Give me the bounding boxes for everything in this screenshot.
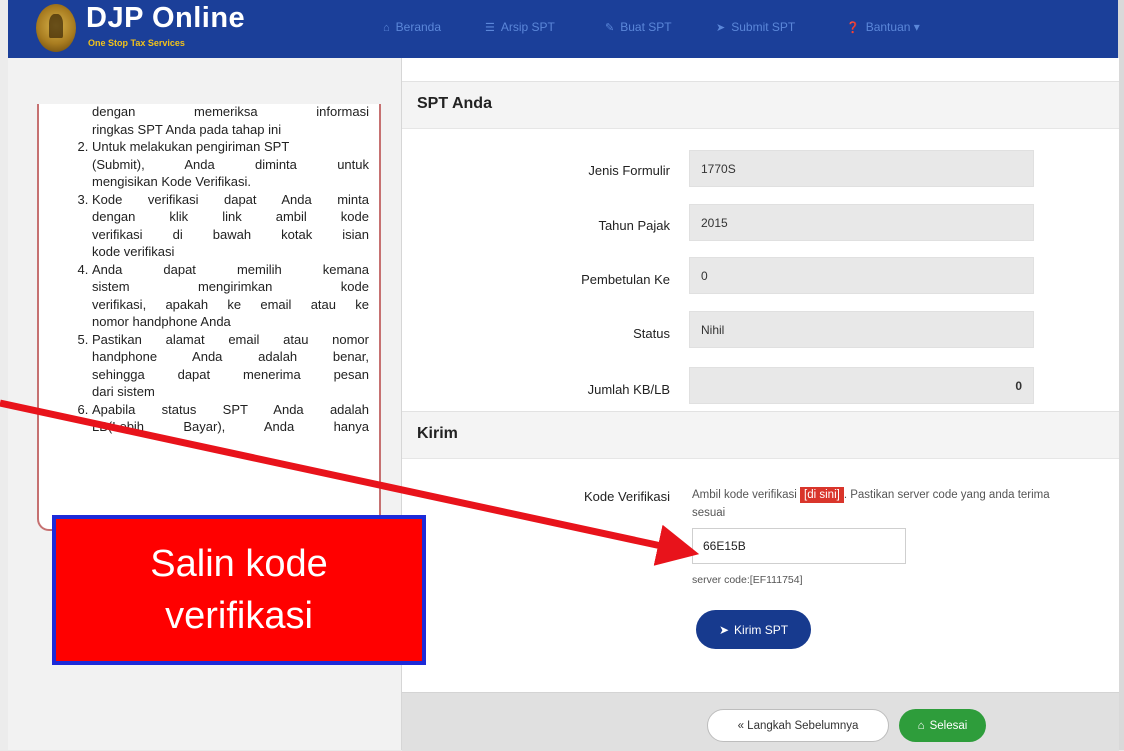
info-panel: dengan memeriksa informasi ringkas SPT A… <box>37 104 381 531</box>
button-label: Selesai <box>929 719 968 732</box>
callout-line: Salin kode <box>150 543 328 585</box>
list-item: Kode verifikasi dapat Anda minta dengan … <box>92 191 369 261</box>
kirim-spt-button[interactable]: ➤ Kirim SPT <box>696 610 811 649</box>
list-icon: ☰ <box>485 22 495 34</box>
list-line: Apabila status SPT Anda adalah <box>92 401 369 417</box>
instruction-text: Ambil kode verifikasi <box>692 489 797 501</box>
list-line: verifikasi di bawah kotak isian <box>92 226 369 242</box>
edit-icon: ✎ <box>605 22 615 34</box>
list-line: Anda dapat memilih kemana <box>92 261 369 277</box>
section-title: Kirim <box>417 425 458 442</box>
list-line: mengisikan Kode Verifikasi. <box>92 174 251 189</box>
list-item: Untuk melakukan pengiriman SPT (Submit),… <box>92 138 369 191</box>
nav-label: Bantuan <box>865 20 911 34</box>
nav-bantuan[interactable]: ❓ Bantuan ▾ <box>846 20 920 34</box>
brand-subtitle: One Stop Tax Services <box>88 38 185 48</box>
brand-title[interactable]: DJP Online <box>86 2 245 35</box>
list-line: Pastikan alamat email atau nomor <box>92 331 369 347</box>
field-label-jenis-formulir: Jenis Formulir <box>588 163 670 178</box>
verification-instructions: Ambil kode verifikasi [di sini]. Pastika… <box>692 486 1052 522</box>
chevron-down-icon: ▾ <box>910 20 920 34</box>
nav-label: Beranda <box>395 20 442 34</box>
field-label-tahun-pajak: Tahun Pajak <box>598 218 670 233</box>
nav-label: Submit SPT <box>731 20 796 34</box>
field-label-jumlah: Jumlah KB/LB <box>587 382 670 397</box>
list-line: Kode verifikasi dapat Anda minta <box>92 191 369 207</box>
window-edge-left <box>0 0 8 750</box>
list-line: dari sistem <box>92 384 155 399</box>
list-item: Anda dapat memilih kemana sistem mengiri… <box>92 261 369 331</box>
nav-submit-spt[interactable]: ➤ Submit SPT <box>716 20 795 34</box>
home-icon: ⌂ <box>383 22 390 34</box>
top-navbar: DJP Online One Stop Tax Services ⌂ Berand… <box>8 0 1118 58</box>
field-value-tahun-pajak: 2015 <box>689 204 1034 241</box>
list-item: Apabila status SPT Anda adalah LB(Lebih … <box>92 401 369 436</box>
home-icon: ⌂ <box>917 719 925 732</box>
callout-box: Salin kode verifikasi <box>52 515 426 665</box>
steps-list: Untuk melakukan pengiriman SPT (Submit),… <box>39 138 369 436</box>
list-line: nomor handphone Anda <box>92 314 231 329</box>
field-value-jumlah: 0 <box>689 367 1034 404</box>
list-line: Untuk melakukan pengiriman SPT <box>92 139 290 154</box>
info-text: dengan memeriksa informasi ringkas SPT A… <box>39 104 369 436</box>
field-value-pembetulan: 0 <box>689 257 1034 294</box>
section-header-spt: SPT Anda <box>402 81 1119 129</box>
help-icon: ❓ <box>846 22 860 34</box>
verification-code-input[interactable] <box>692 528 906 564</box>
djp-logo-icon <box>36 4 76 52</box>
finish-button[interactable]: ⌂ Selesai <box>899 709 986 742</box>
list-line: dengan klik link ambil kode <box>92 209 369 224</box>
list-line: handphone Anda adalah benar, <box>92 349 369 364</box>
nav-beranda[interactable]: ⌂ Beranda <box>383 20 441 34</box>
get-code-link[interactable]: [di sini] <box>800 487 844 503</box>
field-label-status: Status <box>633 326 670 341</box>
main-content: SPT Anda Jenis Formulir 1770S Tahun Paja… <box>401 58 1119 751</box>
wizard-footer: « Langkah Sebelumnya ⌂ Selesai <box>402 692 1119 751</box>
server-code-text: server code:[EF111754] <box>692 574 803 586</box>
intro-line: ringkas SPT Anda pada tahap ini <box>92 121 282 137</box>
list-line: sehingga dapat menerima pesan <box>92 366 369 382</box>
nav-buat-spt[interactable]: ✎ Buat SPT <box>605 20 672 34</box>
button-label: Kirim SPT <box>734 622 789 637</box>
list-line: sistem mengirimkan kode <box>92 279 369 294</box>
field-label-pembetulan: Pembetulan Ke <box>581 272 670 287</box>
list-line: kode verifikasi <box>92 244 175 259</box>
callout-line: verifikasi <box>165 595 313 637</box>
list-item: Pastikan alamat email atau nomor handpho… <box>92 331 369 401</box>
kode-verifikasi-label: Kode Verifikasi <box>584 489 670 504</box>
intro-line: dengan memeriksa informasi <box>92 104 369 119</box>
send-icon: ➤ <box>718 622 730 637</box>
field-value-jenis-formulir: 1770S <box>689 150 1034 187</box>
section-title: SPT Anda <box>417 95 492 112</box>
section-header-kirim: Kirim <box>402 411 1119 459</box>
nav-label: Arsip SPT <box>500 20 555 34</box>
nav-label: Buat SPT <box>620 20 672 34</box>
previous-step-button[interactable]: « Langkah Sebelumnya <box>707 709 889 742</box>
send-icon: ➤ <box>716 22 726 34</box>
list-line: LB(Lebih Bayar), Anda hanya <box>92 419 369 434</box>
list-line: (Submit), Anda diminta untuk <box>92 156 369 172</box>
list-line: verifikasi, apakah ke email atau ke <box>92 296 369 312</box>
field-value-status: Nihil <box>689 311 1034 348</box>
nav-arsip-spt[interactable]: ☰ Arsip SPT <box>485 20 555 34</box>
